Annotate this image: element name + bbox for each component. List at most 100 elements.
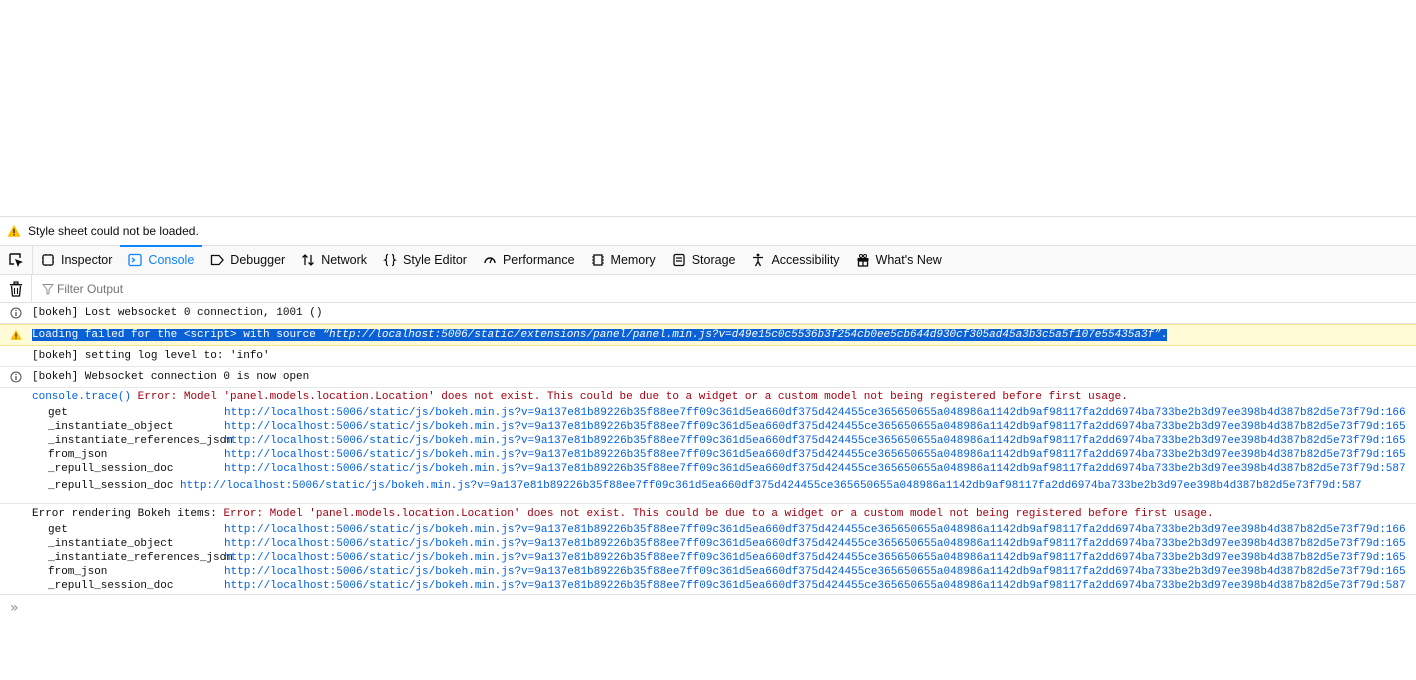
console-output: [bokeh] Lost websocket 0 connection, 100… <box>0 303 1416 593</box>
frame-url[interactable]: http://localhost:5006/static/js/bokeh.mi… <box>224 421 1379 433</box>
filter-output-input[interactable]: Filter Output <box>42 282 123 296</box>
frame-source-link[interactable]: http://localhost:5006/static/js/bokeh.mi… <box>224 407 1406 419</box>
frame-source-link[interactable]: http://localhost:5006/static/js/bokeh.mi… <box>224 538 1406 550</box>
warning-url: “http://localhost:5006/static/extensions… <box>322 329 1161 341</box>
console-filter-bar: Filter Output <box>0 274 1416 303</box>
frame-url[interactable]: http://localhost:5006/static/js/bokeh.mi… <box>224 580 1379 592</box>
frame-function: _instantiate_object <box>48 421 174 433</box>
frame-line[interactable]: :165 <box>1379 421 1405 433</box>
console-message: [bokeh] Lost websocket 0 connection, 100… <box>0 303 1416 324</box>
tab-storage[interactable]: Storage <box>664 246 744 274</box>
frame-line[interactable]: :165 <box>1379 538 1405 550</box>
frame-url[interactable]: http://localhost:5006/static/js/bokeh.mi… <box>224 407 1379 419</box>
trace-error-text: Error: Model 'panel.models.location.Loca… <box>131 391 1128 403</box>
error-header: Error rendering Bokeh items: Error: Mode… <box>32 508 1214 520</box>
warning-icon <box>10 329 22 340</box>
frame-url[interactable]: http://localhost:5006/static/js/bokeh.mi… <box>224 524 1379 536</box>
trace-function: console.trace() <box>32 391 132 403</box>
style-editor-icon <box>383 253 398 267</box>
frame-url[interactable]: http://localhost:5006/static/js/bokeh.mi… <box>224 566 1379 578</box>
location-function: _repull_session_doc <box>48 480 174 492</box>
frame-function: get <box>48 524 68 536</box>
location-link[interactable]: http://localhost:5006/static/js/bokeh.mi… <box>180 480 1335 492</box>
tab-memory[interactable]: Memory <box>583 246 664 274</box>
network-icon <box>302 254 315 266</box>
frame-line[interactable]: :165 <box>1379 566 1405 578</box>
error-prefix: Error rendering Bokeh items: <box>32 508 224 520</box>
tab-accessibility[interactable]: Accessibility <box>743 246 847 274</box>
frame-url[interactable]: http://localhost:5006/static/js/bokeh.mi… <box>224 435 1379 447</box>
console-error-message: Error rendering Bokeh items: Error: Mode… <box>0 504 1416 593</box>
tab-label: Performance <box>502 253 575 267</box>
element-picker-icon <box>9 253 23 267</box>
frame-source-link[interactable]: http://localhost:5006/static/js/bokeh.mi… <box>224 566 1406 578</box>
frame-function: from_json <box>48 449 108 461</box>
tab-what-s-new[interactable]: What's New <box>848 246 950 274</box>
frame-function: get <box>48 407 68 419</box>
frame-source-link[interactable]: http://localhost:5006/static/js/bokeh.mi… <box>224 449 1406 461</box>
stack-frame: _repull_session_doc http://localhost:5006… <box>0 463 1416 477</box>
whats-new-icon <box>857 254 869 267</box>
prompt-chevron-icon: » <box>10 600 19 616</box>
frame-line[interactable]: :165 <box>1379 435 1405 447</box>
devtools-toolbar: Inspector Console Debugger Network Style Edi… <box>0 245 1416 275</box>
frame-line[interactable]: :165 <box>1379 552 1405 564</box>
filter-icon <box>42 283 54 295</box>
frame-source-link[interactable]: http://localhost:5006/static/js/bokeh.mi… <box>224 435 1406 447</box>
info-icon <box>10 371 22 383</box>
frame-line[interactable]: :587 <box>1379 580 1405 592</box>
console-message: [bokeh] setting log level to: 'info' <box>0 346 1416 367</box>
stack-frame: from_json http://localhost:5006/static/js… <box>0 449 1416 463</box>
tab-label: Memory <box>610 253 656 267</box>
frame-line[interactable]: :166 <box>1379 407 1405 419</box>
frame-url[interactable]: http://localhost:5006/static/js/bokeh.mi… <box>224 552 1379 564</box>
frame-url[interactable]: http://localhost:5006/static/js/bokeh.mi… <box>224 538 1379 550</box>
stack-frame: _instantiate_object http://localhost:5006… <box>0 421 1416 435</box>
tab-network[interactable]: Network <box>293 246 375 274</box>
frame-url[interactable]: http://localhost:5006/static/js/bokeh.mi… <box>224 463 1379 475</box>
stack-frame: _instantiate_object http://localhost:5006… <box>0 538 1416 552</box>
trace-header: console.trace() Error: Model 'panel.mode… <box>32 391 1128 403</box>
clear-console-button[interactable] <box>0 274 32 303</box>
tab-label: What's New <box>875 253 942 267</box>
frame-source-link[interactable]: http://localhost:5006/static/js/bokeh.mi… <box>224 552 1406 564</box>
location-line[interactable]: :587 <box>1335 480 1361 492</box>
message-text: [bokeh] Lost websocket 0 connection, 100… <box>32 307 323 319</box>
storage-icon <box>673 253 685 267</box>
frame-source-link[interactable]: http://localhost:5006/static/js/bokeh.mi… <box>224 463 1406 475</box>
page-content-area <box>0 0 1416 216</box>
frame-url[interactable]: http://localhost:5006/static/js/bokeh.mi… <box>224 449 1379 461</box>
tab-label: Inspector <box>61 253 113 267</box>
frame-line[interactable]: :165 <box>1379 449 1405 461</box>
frame-source-link[interactable]: http://localhost:5006/static/js/bokeh.mi… <box>224 524 1406 536</box>
warning-prefix: Loading failed for the <script> with sou… <box>32 329 323 341</box>
frame-function: _instantiate_references_json <box>48 435 233 447</box>
stack-frame: from_json http://localhost:5006/static/js… <box>0 566 1416 580</box>
frame-function: _repull_session_doc <box>48 580 174 592</box>
console-message: [bokeh] Websocket connection 0 is now op… <box>0 367 1416 388</box>
frame-line[interactable]: :587 <box>1379 463 1405 475</box>
warning-text: Loading failed for the <script> with sou… <box>32 329 1168 341</box>
tab-inspector[interactable]: Inspector <box>33 246 120 274</box>
console-warning-message: Loading failed for the <script> with sou… <box>0 324 1416 346</box>
element-picker-button[interactable] <box>0 246 33 274</box>
error-text: Error: Model 'panel.models.location.Loca… <box>223 508 1214 520</box>
frame-source-link[interactable]: http://localhost:5006/static/js/bokeh.mi… <box>224 421 1406 433</box>
tab-performance[interactable]: Performance <box>475 246 583 274</box>
warning-icon <box>7 224 21 237</box>
tab-debugger[interactable]: Debugger <box>202 246 293 274</box>
message-text: [bokeh] Websocket connection 0 is now op… <box>32 371 310 383</box>
tab-console[interactable]: Console <box>120 245 203 274</box>
console-input[interactable]: » <box>0 594 1416 621</box>
stack-frame: _instantiate_references_json http://local… <box>0 435 1416 449</box>
frame-source-link[interactable]: http://localhost:5006/static/js/bokeh.mi… <box>224 580 1406 592</box>
frame-line[interactable]: :166 <box>1379 524 1405 536</box>
tab-style-editor[interactable]: Style Editor <box>375 246 475 274</box>
frame-function: _instantiate_object <box>48 538 174 550</box>
stack-frame: _repull_session_doc http://localhost:5006… <box>0 580 1416 593</box>
message-text: [bokeh] setting log level to: 'info' <box>32 350 270 362</box>
stack-frame: get http://localhost:5006/static/js/bokeh… <box>0 524 1416 538</box>
stack-frame: get http://localhost:5006/static/js/bokeh… <box>0 407 1416 421</box>
console-trace-message: console.trace() Error: Model 'panel.mode… <box>0 388 1416 504</box>
debugger-icon <box>211 254 225 266</box>
